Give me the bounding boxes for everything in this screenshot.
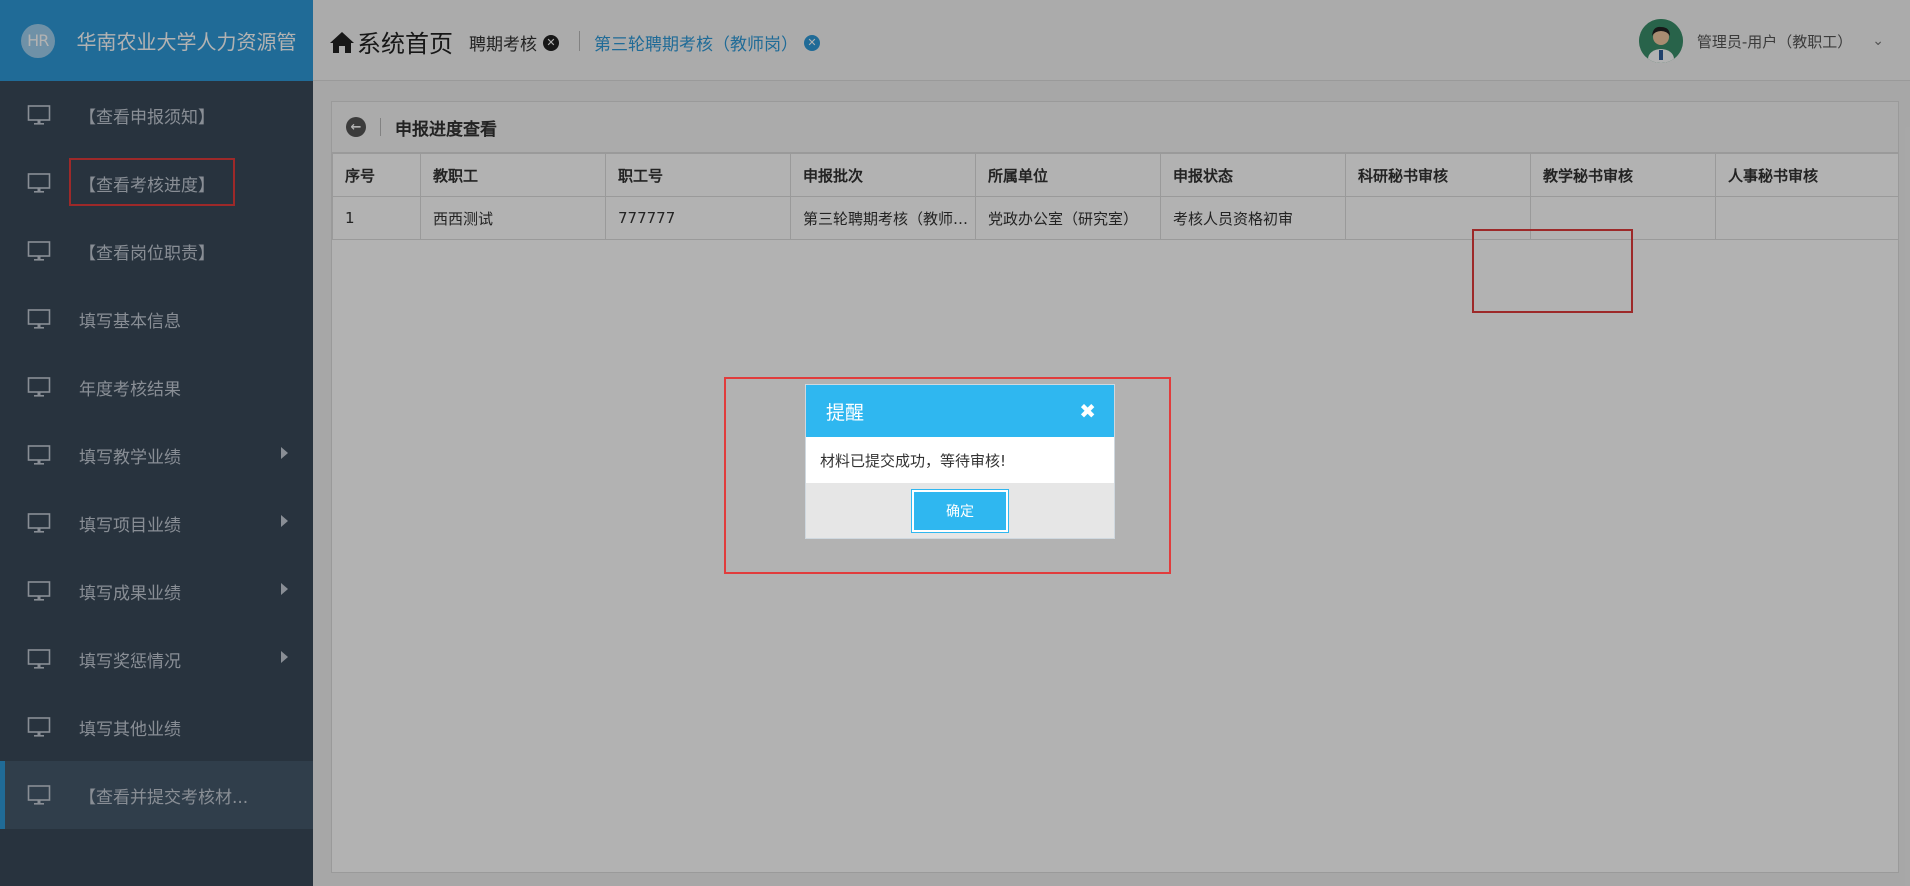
highlight-box-dialog: [724, 377, 1171, 574]
